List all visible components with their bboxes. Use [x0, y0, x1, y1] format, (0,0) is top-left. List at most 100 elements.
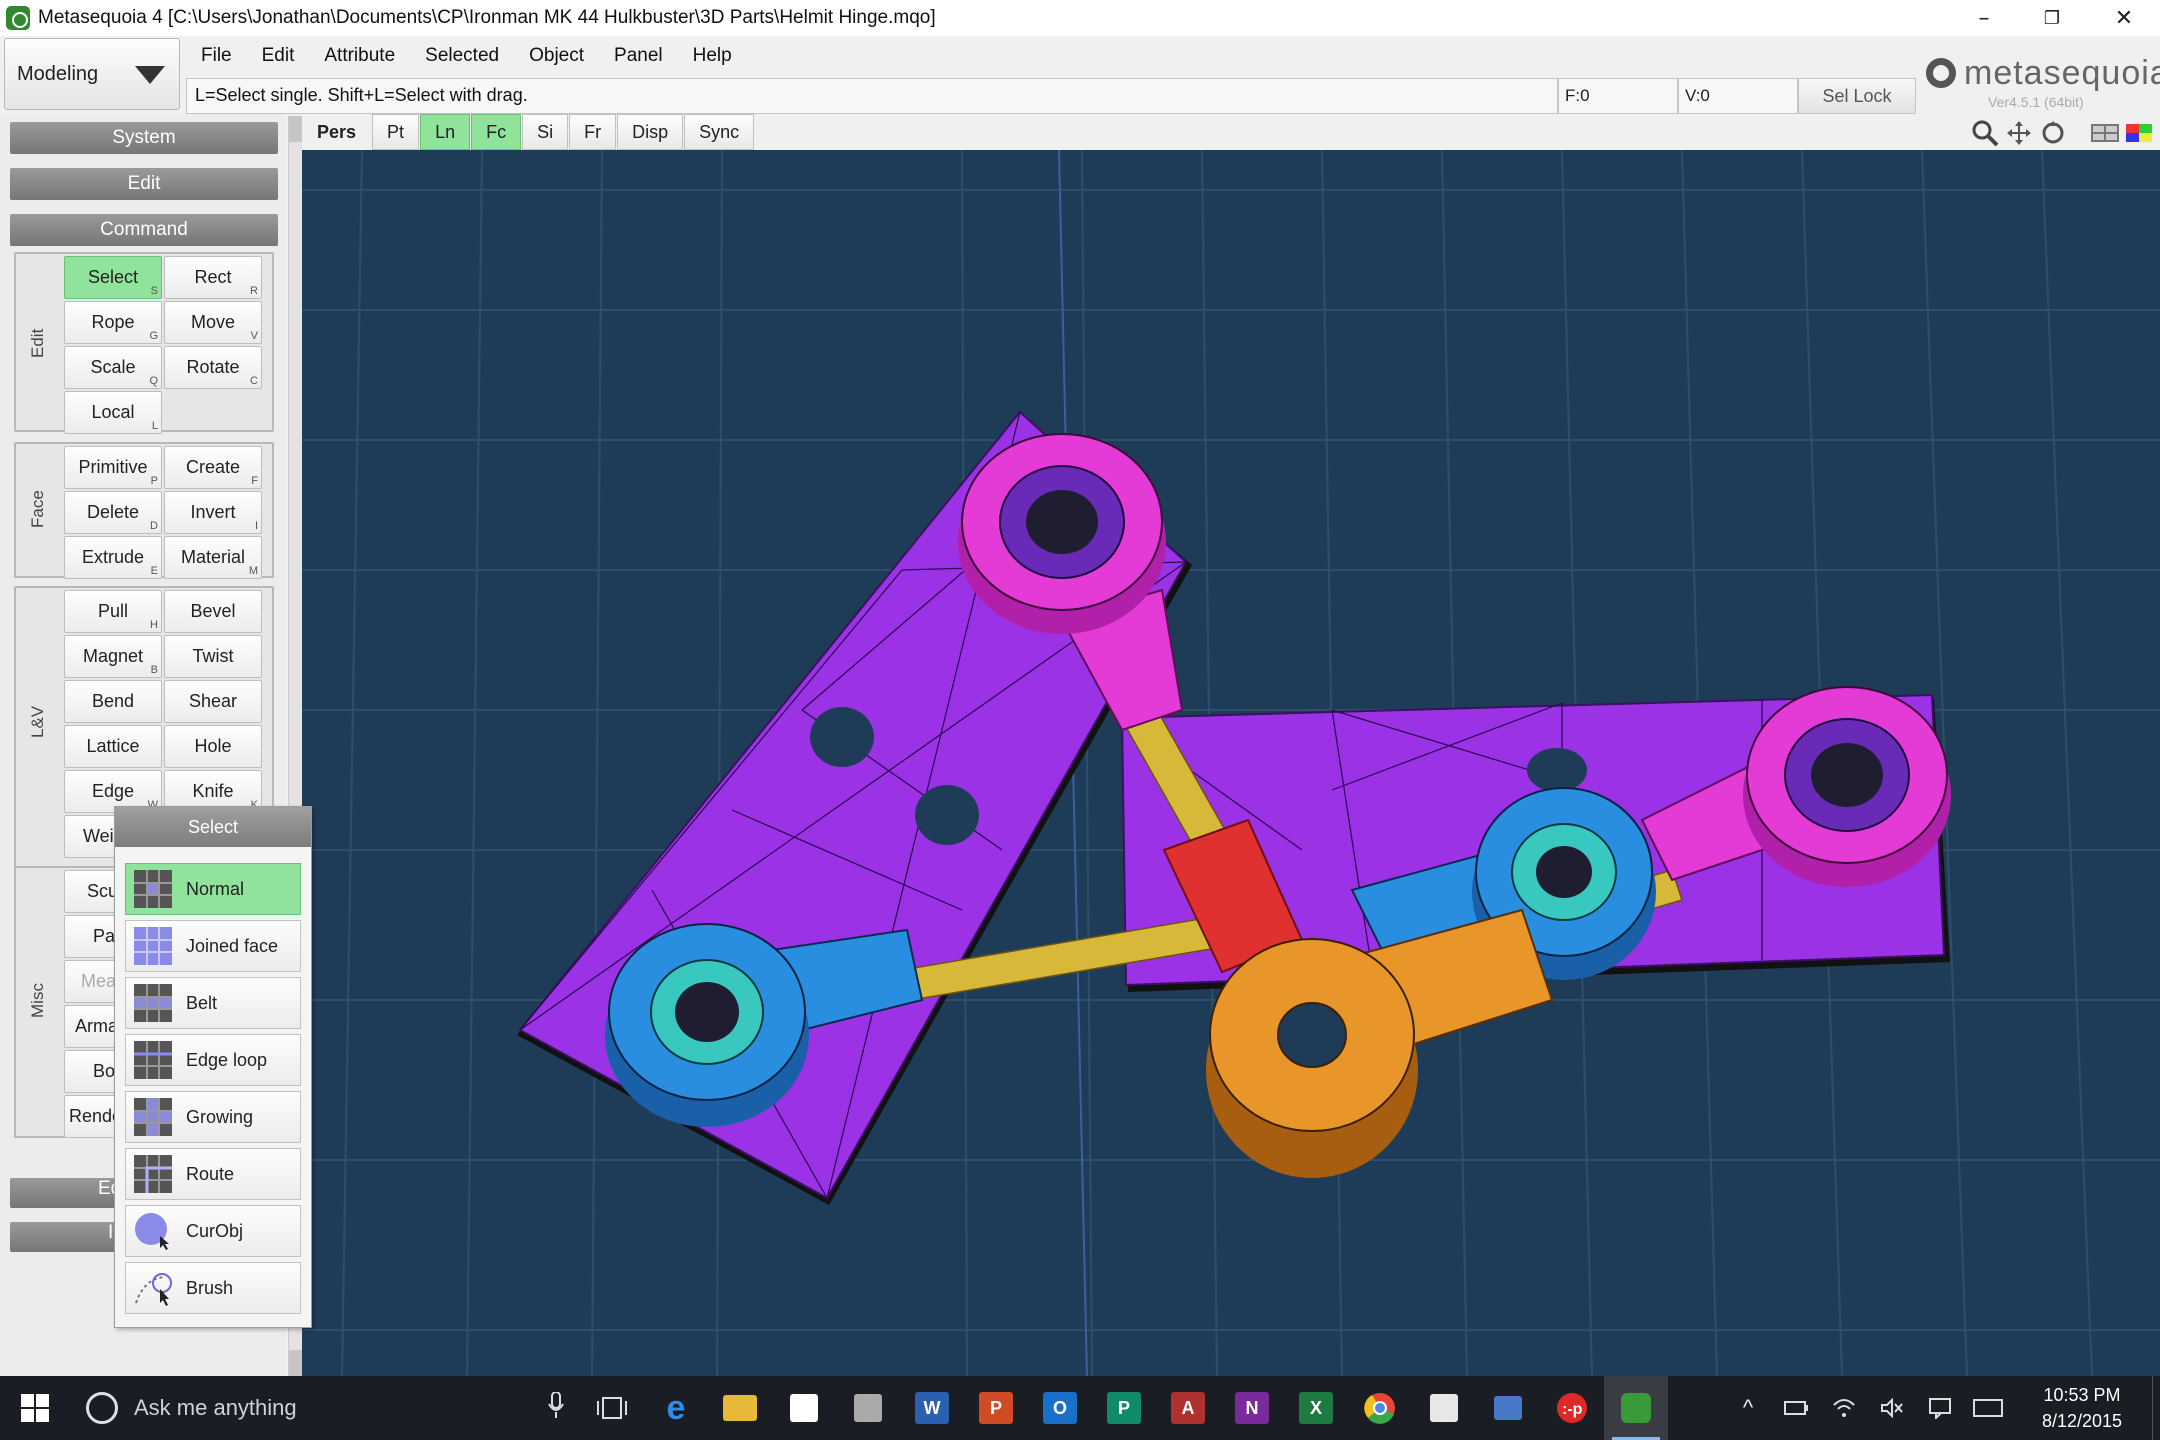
menu-edit[interactable]: Edit — [247, 40, 310, 72]
menu-selected[interactable]: Selected — [410, 40, 514, 72]
menu-file[interactable]: File — [186, 40, 247, 72]
delete-command-button[interactable]: Delete D — [64, 491, 162, 534]
material-command-button[interactable]: Material M — [164, 536, 262, 579]
zoom-icon[interactable] — [1970, 118, 2000, 148]
menu-attribute[interactable]: Attribute — [309, 40, 410, 72]
volume-muted-icon[interactable] — [1868, 1376, 1916, 1440]
sync-button[interactable]: Sync — [684, 114, 755, 150]
start-button[interactable] — [0, 1376, 70, 1440]
invert-command-button[interactable]: Invert I — [164, 491, 262, 534]
local-command-button[interactable]: Local L — [64, 391, 162, 434]
status-hint: L=Select single. Shift+L=Select with dra… — [186, 78, 1558, 114]
clock[interactable]: 10:53 PM 8/12/2015 — [2012, 1382, 2152, 1434]
minimize-button[interactable]: – — [1950, 0, 2018, 36]
microphone-icon[interactable] — [548, 1391, 564, 1424]
taskbar: Ask me anything e W P O P A N X :-p ^ 10… — [0, 1376, 2160, 1440]
scroll-up-arrow[interactable] — [289, 116, 303, 142]
menu-object[interactable]: Object — [514, 40, 599, 72]
face-display-toggle[interactable]: Fc — [471, 114, 522, 150]
select-joined-face-option[interactable]: Joined face — [125, 920, 301, 972]
select-curobj-option[interactable]: CurObj — [125, 1205, 301, 1257]
scale-command-button[interactable]: Scale Q — [64, 346, 162, 389]
cortana-icon — [86, 1392, 118, 1424]
silhouette-toggle[interactable]: Si — [522, 114, 569, 150]
wifi-icon[interactable] — [1820, 1376, 1868, 1440]
front-only-toggle[interactable]: Fr — [569, 114, 617, 150]
pan-icon[interactable] — [2004, 118, 2034, 148]
restore-button[interactable]: ❐ — [2018, 0, 2086, 36]
access-icon[interactable]: A — [1156, 1376, 1220, 1440]
create-command-button[interactable]: Create F — [164, 446, 262, 489]
select-belt-option[interactable]: Belt — [125, 977, 301, 1029]
mode-dropdown[interactable]: Modeling — [4, 38, 180, 110]
hole-command-button[interactable]: Hole — [164, 725, 262, 768]
extrude-command-button[interactable]: Extrude E — [64, 536, 162, 579]
battery-icon[interactable] — [1772, 1376, 1820, 1440]
menu-bar: File Edit Attribute Selected Object Pane… — [186, 40, 747, 72]
select-edge-loop-option[interactable]: Edge loop — [125, 1034, 301, 1086]
app-red-icon[interactable]: :-p — [1540, 1376, 1604, 1440]
line-display-toggle[interactable]: Ln — [420, 114, 471, 150]
keyboard-icon[interactable] — [1964, 1376, 2012, 1440]
rotate-command-button[interactable]: Rotate C — [164, 346, 262, 389]
color-icon[interactable] — [2124, 118, 2154, 148]
twist-command-button[interactable]: Twist — [164, 635, 262, 678]
viewport-tools — [1970, 116, 2154, 150]
powerpoint-icon[interactable]: P — [964, 1376, 1028, 1440]
bend-command-button[interactable]: Bend — [64, 680, 162, 723]
network-app-icon[interactable] — [1476, 1376, 1540, 1440]
chrome-icon[interactable] — [1348, 1376, 1412, 1440]
onenote-icon[interactable]: N — [1220, 1376, 1284, 1440]
rotate-icon[interactable] — [2038, 118, 2068, 148]
pull-command-button[interactable]: Pull H — [64, 590, 162, 633]
scroll-down-arrow[interactable] — [289, 1350, 303, 1376]
edge-browser-icon[interactable]: e — [644, 1376, 708, 1440]
face-count: F:0 — [1558, 78, 1678, 114]
command-panel-header[interactable]: Command — [10, 214, 278, 246]
move-command-button[interactable]: Move V — [164, 301, 262, 344]
store-icon[interactable] — [772, 1376, 836, 1440]
apps-grid-icon[interactable] — [1412, 1376, 1476, 1440]
menu-panel[interactable]: Panel — [599, 40, 678, 72]
3d-viewport[interactable] — [302, 150, 2160, 1376]
excel-icon[interactable]: X — [1284, 1376, 1348, 1440]
file-explorer-icon[interactable] — [708, 1376, 772, 1440]
primitive-command-button[interactable]: Primitive P — [64, 446, 162, 489]
sel-lock-button[interactable]: Sel Lock — [1798, 78, 1916, 114]
perspective-toggle[interactable]: Pers — [302, 114, 372, 150]
vertex-count: V:0 — [1678, 78, 1798, 114]
menu-help[interactable]: Help — [678, 40, 747, 72]
clock-date: 8/12/2015 — [2041, 1411, 2123, 1431]
select-command-button[interactable]: Select S — [64, 256, 162, 299]
point-display-toggle[interactable]: Pt — [372, 114, 420, 150]
word-icon[interactable]: W — [900, 1376, 964, 1440]
rect-command-button[interactable]: Rect R — [164, 256, 262, 299]
select-brush-option[interactable]: Brush — [125, 1262, 301, 1314]
select-edge-loop-label: Edge loop — [186, 1049, 268, 1070]
outlook-icon[interactable]: O — [1028, 1376, 1092, 1440]
publisher-icon[interactable]: P — [1092, 1376, 1156, 1440]
magnet-command-button[interactable]: Magnet B — [64, 635, 162, 678]
show-desktop-button[interactable] — [2152, 1376, 2160, 1440]
close-button[interactable]: ✕ — [2090, 0, 2158, 36]
system-panel-header[interactable]: System — [10, 122, 278, 154]
rope-command-button[interactable]: Rope G — [64, 301, 162, 344]
lattice-command-button[interactable]: Lattice — [64, 725, 162, 768]
chevron-up-icon[interactable]: ^ — [1724, 1376, 1772, 1440]
display-button[interactable]: Disp — [617, 114, 684, 150]
shear-command-button[interactable]: Shear — [164, 680, 262, 723]
select-route-option[interactable]: Route — [125, 1148, 301, 1200]
select-normal-option[interactable]: Normal — [125, 863, 301, 915]
bevel-command-button[interactable]: Bevel — [164, 590, 262, 633]
metasequoia-taskbar-icon[interactable] — [1604, 1376, 1668, 1440]
layout-icon[interactable] — [2090, 118, 2120, 148]
notifications-icon[interactable] — [1916, 1376, 1964, 1440]
task-view-icon[interactable] — [580, 1376, 644, 1440]
edit-panel-header[interactable]: Edit — [10, 168, 278, 200]
calculator-icon[interactable] — [836, 1376, 900, 1440]
title-bar: Metasequoia 4 [C:\Users\Jonathan\Documen… — [0, 0, 2160, 36]
select-route-label: Route — [186, 1163, 235, 1184]
select-growing-option[interactable]: Growing — [125, 1091, 301, 1143]
search-box[interactable]: Ask me anything — [70, 1376, 580, 1440]
